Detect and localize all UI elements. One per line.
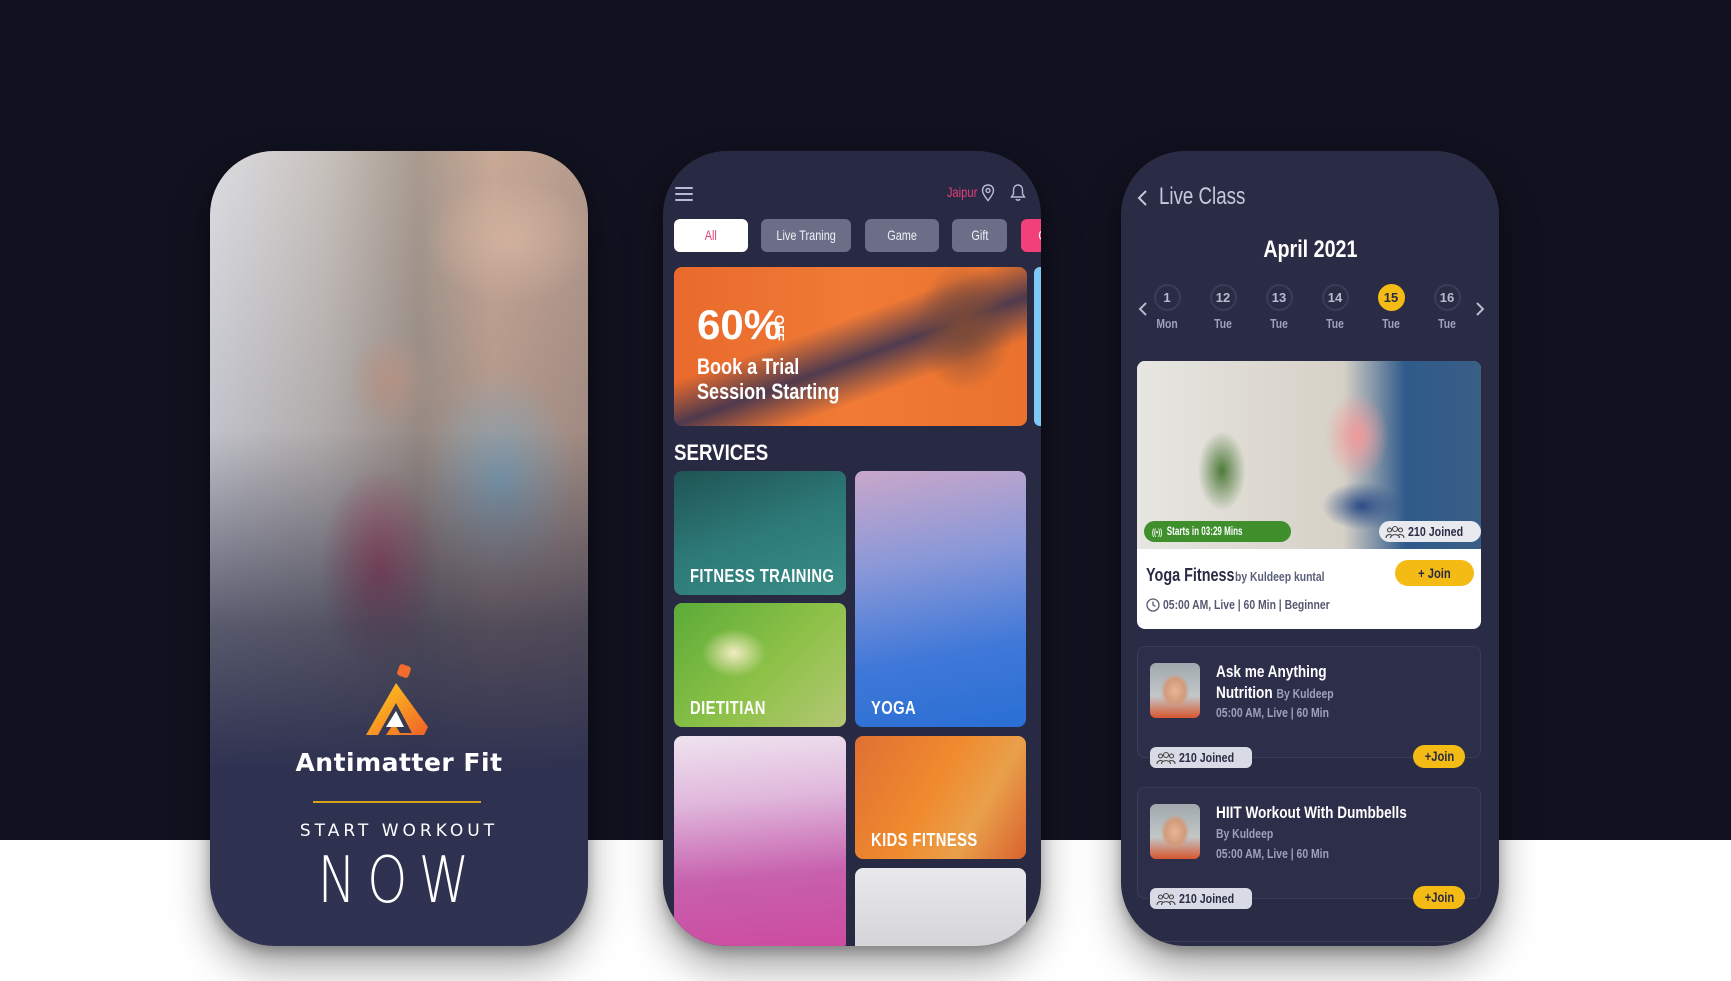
class-meta: 05:00 AM, Live | 60 Min — [1216, 705, 1329, 720]
next-banner-peek[interactable] — [1034, 267, 1041, 426]
start-workout-label: START WORKOUT — [299, 821, 499, 841]
tab-game[interactable]: Game — [864, 219, 939, 252]
joined-count-badge: 210 Joined — [1379, 521, 1481, 542]
date-item[interactable]: 14 Tue — [1320, 284, 1350, 331]
antimatter-logo-icon — [366, 664, 428, 735]
services-heading: SERVICES — [674, 440, 769, 465]
class-title: HIIT Workout With Dumbbells — [1216, 803, 1407, 822]
people-icon — [1385, 525, 1405, 539]
tab-live-training[interactable]: Live Traning — [761, 219, 852, 252]
class-name: Yoga Fitness — [1146, 565, 1235, 585]
chevron-left-icon[interactable] — [1138, 301, 1148, 317]
month-label: April 2021 — [1262, 236, 1358, 263]
menu-icon[interactable] — [675, 187, 693, 201]
tab-all[interactable]: All — [674, 219, 748, 252]
chevron-right-icon[interactable] — [1475, 301, 1485, 317]
people-icon — [1156, 892, 1176, 906]
bell-icon[interactable] — [1010, 183, 1026, 202]
date-item[interactable]: 13 Tue — [1264, 284, 1294, 331]
people-icon — [1156, 751, 1176, 765]
banner-off-label: OFF — [772, 315, 787, 341]
class-meta: 05:00 AM, Live | 60 Min | Beginner — [1146, 597, 1371, 612]
home-screen-phone: Jaipur All Live Traning Game Gift Offer … — [663, 151, 1041, 946]
joined-count-badge: 210 Joined — [1150, 747, 1253, 768]
instructor-avatar — [1150, 804, 1200, 859]
join-button[interactable]: + Join — [1395, 560, 1474, 586]
live-countdown-badge: ((•)) Starts in 03:29 Mins — [1144, 521, 1292, 542]
map-pin-icon[interactable] — [981, 184, 995, 202]
service-tile-fitness-training[interactable]: FITNESS TRAINING — [674, 471, 846, 595]
class-meta: 05:00 AM, Live | 60 Min — [1216, 846, 1329, 861]
service-label: FITNESS TRAINING — [690, 566, 835, 586]
date-item[interactable]: 16 Tue — [1432, 284, 1462, 331]
banner-percent: 60% — [697, 301, 782, 348]
date-item[interactable]: 12 Tue — [1208, 284, 1238, 331]
class-title-line2: Nutrition By Kuldeep — [1216, 683, 1334, 702]
banner-headline: Book a Trial — [697, 354, 800, 379]
tab-gift[interactable]: Gift — [952, 219, 1008, 252]
back-arrow-icon[interactable] — [1137, 189, 1149, 207]
splash-screen-phone: Antimatter Fit START WORKOUT NOW — [210, 151, 588, 946]
brand-name: Antimatter Fit — [295, 748, 503, 777]
class-list-item[interactable]: HIIT Workout With Dumbbells By Kuldeep 0… — [1137, 787, 1481, 909]
tab-offer[interactable]: Offer — [1020, 219, 1041, 252]
class-title: Ask me Anything — [1216, 662, 1327, 681]
live-class-screen-phone: Live Class April 2021 1 Mon 12 Tue 13 Tue 1… — [1121, 151, 1499, 946]
instructor-avatar — [1150, 663, 1200, 718]
instructor-name: by Kuldeep kuntal — [1235, 569, 1325, 584]
category-tabs: All Live Traning Game Gift Offer — [674, 219, 1041, 252]
live-broadcast-icon: ((•)) — [1152, 527, 1163, 537]
divider — [313, 801, 481, 803]
date-item[interactable]: 1 Mon — [1152, 284, 1182, 331]
service-tile-yoga[interactable]: YOGA — [855, 471, 1026, 727]
clock-icon — [1146, 598, 1160, 612]
service-label: KIDS FITNESS — [871, 830, 978, 850]
service-label: YOGA — [871, 698, 917, 718]
service-tile-dietitian[interactable]: DIETITIAN — [674, 603, 846, 727]
location-label[interactable]: Jaipur — [947, 184, 978, 200]
featured-class-card[interactable]: ((•)) Starts in 03:29 Mins 210 Joined Yo… — [1137, 361, 1481, 629]
service-tile-dance[interactable] — [674, 736, 846, 946]
class-list-item[interactable]: Ask me Anything Nutrition By Kuldeep 05:… — [1137, 646, 1481, 768]
instructor-name: By Kuldeep — [1216, 826, 1274, 841]
service-tile-physio[interactable] — [855, 868, 1026, 946]
join-button[interactable]: +Join — [1413, 886, 1465, 909]
join-button[interactable]: +Join — [1413, 745, 1465, 768]
now-button[interactable]: NOW — [248, 844, 550, 918]
banner-subline: Session Starting — [697, 379, 840, 404]
joined-count-badge: 210 Joined — [1150, 888, 1253, 909]
date-item-selected[interactable]: 15 Tue — [1376, 284, 1406, 331]
service-tile-kids-fitness[interactable]: KIDS FITNESS — [855, 736, 1026, 859]
divider — [1137, 941, 1483, 942]
service-label: DIETITIAN — [690, 698, 766, 718]
screen-title: Live Class — [1159, 183, 1246, 210]
offer-banner[interactable]: 60% OFF Book a Trial Session Starting — [674, 267, 1027, 426]
